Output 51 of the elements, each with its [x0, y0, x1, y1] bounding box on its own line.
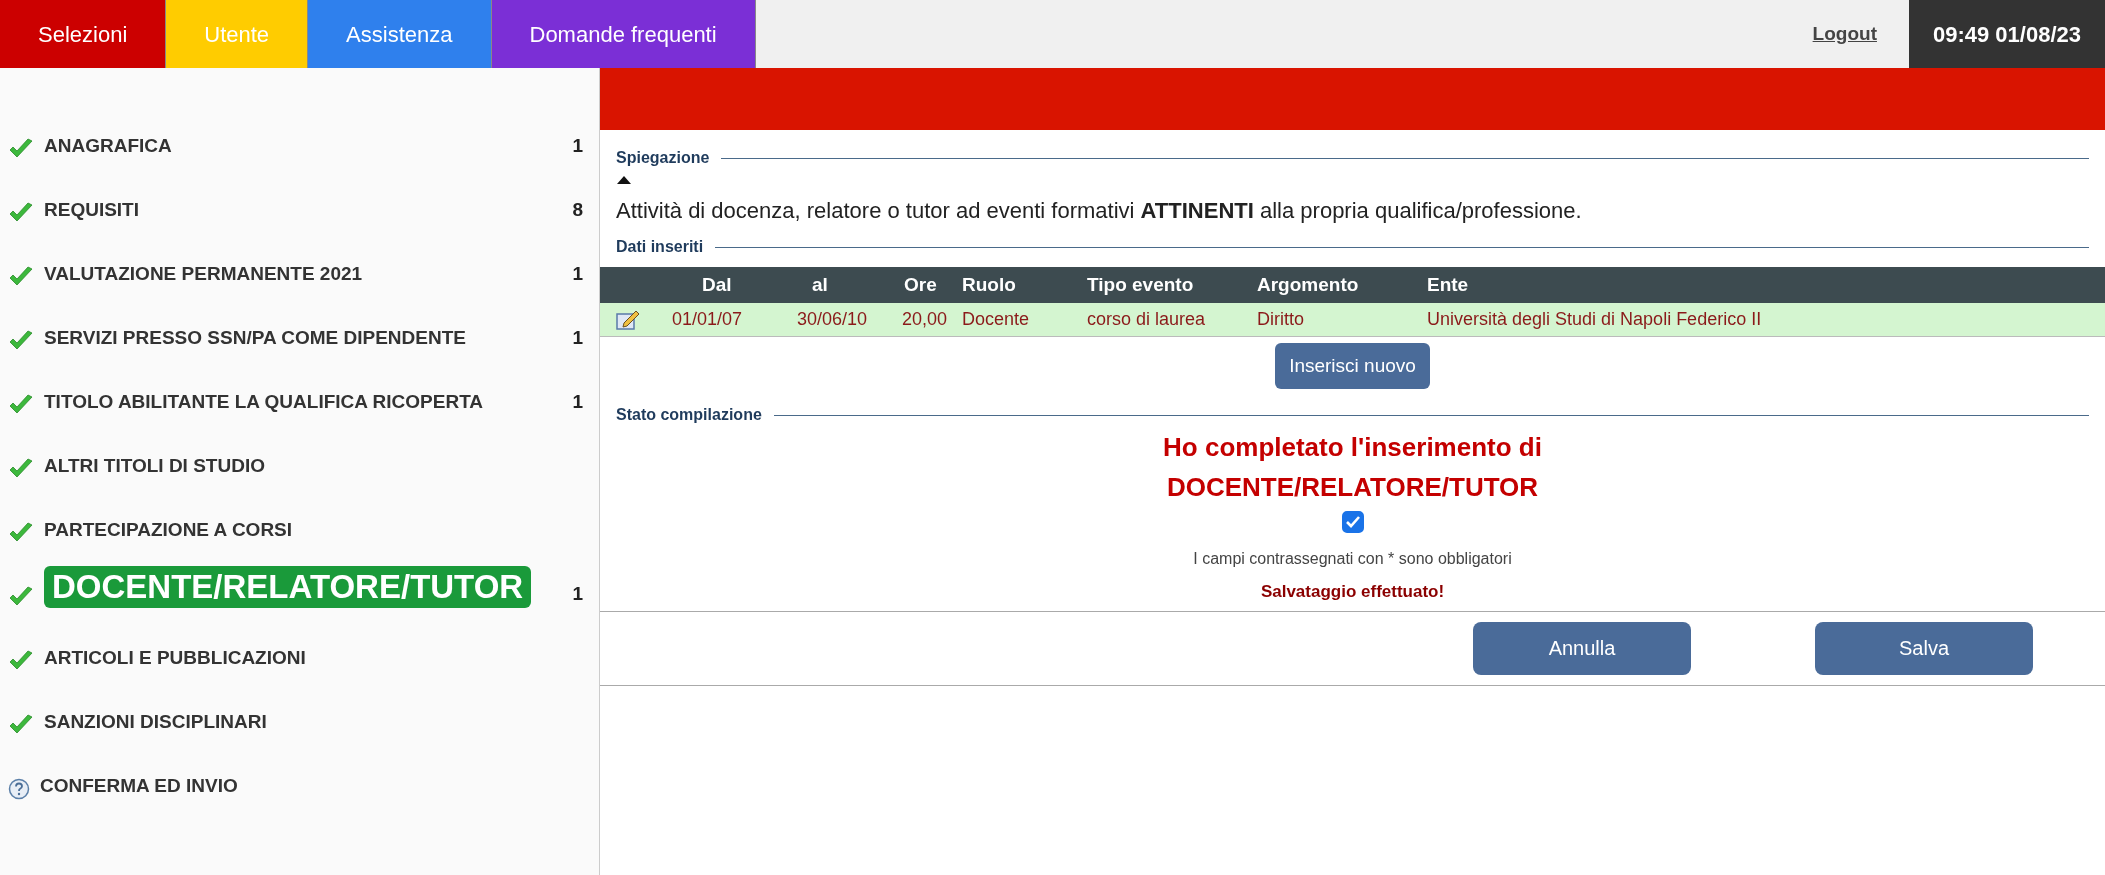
table-cell-text: Università degli Studi di Napoli Federico II [1426, 308, 1762, 331]
edit-icon[interactable] [616, 309, 640, 330]
table-cell-text: corso di laurea [1086, 308, 1207, 331]
column-header: Dal [701, 272, 733, 297]
question-icon [8, 778, 30, 800]
column-header: al [811, 272, 829, 297]
table-cell-text: 01/01/07 [671, 308, 744, 331]
table-cell-text: 30/06/10 [796, 308, 869, 331]
item-count: 1 [572, 325, 583, 350]
explanation-text: Attività di docenza, relatore o tutor ad eventi formativi ATTINENTI alla propria qualifica/professione. [616, 197, 1583, 225]
sidebar-item[interactable]: PARTECIPAZIONE A CORSI [44, 515, 293, 544]
sidebar-item[interactable]: CONFERMA ED INVIO [40, 771, 238, 800]
item-count: 1 [572, 261, 583, 286]
required-fields-note: I campi contrassegnati con * sono obbligatori [1193, 549, 1512, 569]
status-title: DOCENTE/RELATORE/TUTOR [1166, 471, 1539, 504]
sidebar-item[interactable]: VALUTAZIONE PERMANENTE 2021 [44, 259, 363, 288]
sidebar-item[interactable]: SERVIZI PRESSO SSN/PA COME DIPENDENTE [44, 323, 466, 352]
column-header: Argomento [1256, 272, 1360, 297]
section-legend: Dati inseriti [616, 235, 704, 259]
form-button[interactable]: Salva [1815, 621, 2033, 675]
clock: 09:49 01/08/23 [1908, 0, 2105, 68]
item-count: 1 [572, 389, 583, 414]
add-new-button[interactable]: Inserisci nuovo [1275, 343, 1430, 389]
completed-checkbox[interactable] [1341, 511, 1364, 533]
table-cell-text: Docente [962, 308, 1031, 331]
item-count: 8 [572, 197, 583, 222]
save-message: Salvataggio effettuato! [1260, 581, 1445, 603]
sidebar-item[interactable]: TITOLO ABILITANTE LA QUALIFICA RICOPERTA [44, 387, 484, 416]
column-header: Ore [903, 272, 938, 297]
sidebar-item[interactable]: DOCENTE/RELATORE/TUTOR [44, 566, 532, 608]
column-header: Ruolo [962, 272, 1017, 297]
nav-tab[interactable]: Domande frequenti [491, 0, 756, 68]
logout-link[interactable]: Logout [1812, 19, 1877, 49]
nav-tab[interactable]: Assistenza [308, 0, 492, 68]
sidebar-item[interactable]: ALTRI TITOLI DI STUDIO [44, 451, 265, 480]
sidebar-item[interactable]: REQUISITI [44, 195, 139, 224]
nav-tab[interactable]: Selezioni [0, 0, 167, 68]
sidebar-item[interactable]: ANAGRAFICA [44, 131, 172, 160]
column-header: Ente [1426, 272, 1469, 297]
form-button[interactable]: Annulla [1473, 621, 1691, 675]
sidebar-item[interactable]: SANZIONI DISCIPLINARI [44, 707, 267, 736]
item-count: 1 [572, 581, 583, 606]
section-legend: Spiegazione [616, 146, 710, 170]
column-header: Tipo evento [1086, 272, 1195, 297]
table-cell-text: 20,00 [901, 308, 949, 331]
collapse-caret-icon[interactable] [616, 174, 632, 186]
status-title: Ho completato l'inserimento di [1163, 431, 1542, 464]
section-legend: Stato compilazione [616, 403, 762, 427]
table-cell-text: Diritto [1256, 308, 1305, 331]
sidebar-item[interactable]: ARTICOLI E PUBBLICAZIONI [44, 643, 306, 672]
item-count: 1 [572, 133, 583, 158]
